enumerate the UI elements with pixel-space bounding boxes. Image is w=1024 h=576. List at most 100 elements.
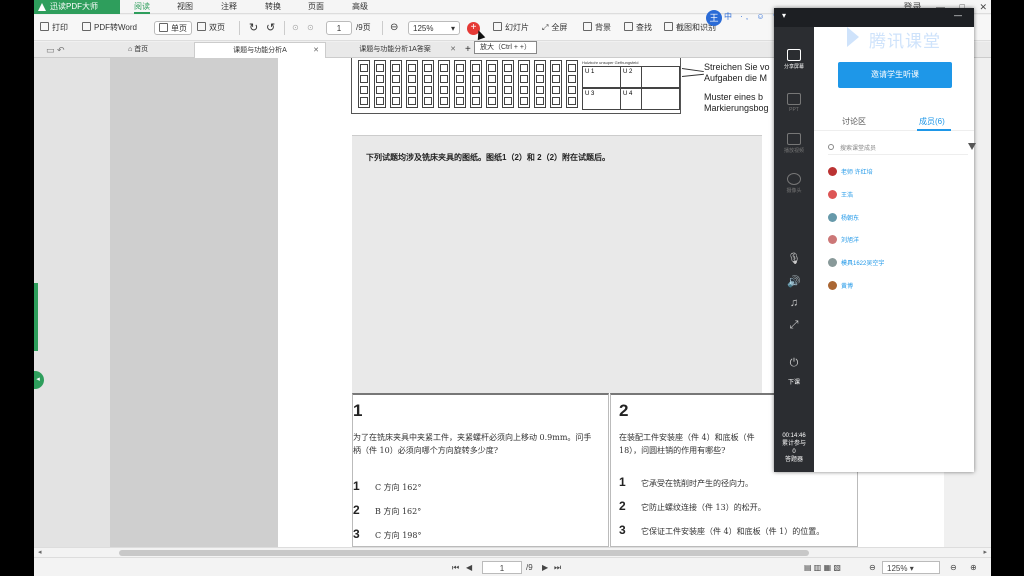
music-icon[interactable]: ♫ xyxy=(774,297,814,309)
status-page-total: /9 xyxy=(526,563,533,572)
menu-advanced[interactable]: 高级 xyxy=(352,0,368,14)
end-class-button[interactable]: 下课 xyxy=(774,377,814,386)
option-text: 它保证工件安装座（件 4）和底板（件 1）的位置。 xyxy=(641,527,825,536)
filter-icon[interactable] xyxy=(968,143,976,150)
menu-read[interactable]: 阅读 xyxy=(134,0,150,14)
single-page-button[interactable]: 单页 xyxy=(154,21,192,35)
tab-document-answers[interactable]: 课题与功能分析1A答案 ✕ xyxy=(328,42,462,58)
answer-checkbox xyxy=(392,97,400,105)
speaker-icon[interactable]: 🔊 xyxy=(774,275,814,288)
answer-checkbox xyxy=(392,75,400,83)
answer-checkbox xyxy=(472,64,480,72)
status-zoom-select[interactable]: 125% ▾ xyxy=(882,561,940,574)
tab-document-active[interactable]: 课题与功能分析A ✕ xyxy=(194,42,326,58)
member-search-input[interactable]: 搜索课堂成员 xyxy=(828,141,976,155)
member-item[interactable]: 王浩 xyxy=(828,190,853,202)
member-name: 杨朝东 xyxy=(841,216,860,222)
view-mode-icons[interactable]: ▤ ▥ ▦ ▧ xyxy=(804,561,841,574)
double-page-button[interactable]: 双页 xyxy=(197,21,225,35)
tab-members[interactable]: 成员(6) xyxy=(919,116,945,127)
sidebar-handle[interactable] xyxy=(34,283,38,351)
zoom-out-icon[interactable]: ⊖ xyxy=(390,21,398,35)
tab-nav-icons[interactable]: ▭ ↶ ↷ xyxy=(38,42,66,71)
answer-checkbox xyxy=(440,75,448,83)
answer-grid-column xyxy=(406,60,418,108)
play-video-button[interactable]: 播放视频 xyxy=(774,133,814,154)
prev-page-icon[interactable]: ◀ xyxy=(466,561,472,574)
zoom-select[interactable]: 125% ▾ xyxy=(408,21,460,35)
tab-discussion[interactable]: 讨论区 xyxy=(842,116,866,127)
share-screen-button[interactable]: 分享屏幕 xyxy=(774,49,814,70)
menu-page[interactable]: 页面 xyxy=(308,0,324,14)
member-item[interactable]: 刘旭洋 xyxy=(828,235,859,247)
first-page-icon[interactable]: ⏮ xyxy=(452,561,459,574)
scroll-right-icon[interactable]: ▸ xyxy=(983,548,987,556)
menu-convert[interactable]: 转换 xyxy=(265,0,281,14)
status-page-input[interactable]: 1 xyxy=(482,561,522,574)
scrollbar-thumb[interactable] xyxy=(119,550,809,556)
last-page-icon[interactable]: ⏭ xyxy=(554,561,561,574)
print-button[interactable]: 打印 xyxy=(40,21,68,35)
prev-page-icon[interactable]: ⊙ xyxy=(292,21,299,35)
question-number: 1 xyxy=(353,401,363,420)
expand-icon[interactable]: ⤢ xyxy=(774,319,814,332)
answer-checkbox xyxy=(440,86,448,94)
next-page-icon[interactable]: ▶ xyxy=(542,561,548,574)
answer-grid-column xyxy=(438,60,450,108)
find-button[interactable]: 查找 xyxy=(624,21,652,35)
close-button[interactable]: ✕ xyxy=(979,2,987,12)
end-class-icon[interactable]: ⏻ xyxy=(774,357,814,370)
fullscreen-button[interactable]: ⤢ 全屏 xyxy=(542,21,567,35)
answer-grid-column xyxy=(374,60,386,108)
instruction-text-german: Muster eines b Markierungsbog xyxy=(704,92,769,113)
tab-home-label: 首页 xyxy=(134,46,149,53)
side-label: 分享屏幕 xyxy=(783,64,804,70)
menu-view[interactable]: 视图 xyxy=(177,0,193,14)
microphone-icon[interactable]: 🎙 xyxy=(774,252,814,265)
tab-label: 课题与功能分析A xyxy=(233,47,287,54)
answer-checkbox xyxy=(568,97,576,105)
word-icon xyxy=(82,22,91,31)
answer-grid-column xyxy=(454,60,466,108)
status-zoom-in-icon[interactable]: ⊕ xyxy=(970,561,977,574)
page-number-input[interactable]: 1 xyxy=(326,21,352,35)
answer-checkbox xyxy=(424,97,432,105)
answer-checkbox xyxy=(392,86,400,94)
answer-checkbox xyxy=(440,97,448,105)
next-page-icon[interactable]: ⊙ xyxy=(307,21,314,35)
answer-option[interactable]: 1 它承受在铣削时产生的径向力。 xyxy=(619,475,753,489)
slideshow-icon xyxy=(493,22,502,31)
member-item[interactable]: 黄博 xyxy=(828,281,853,293)
camera-button[interactable]: 摄像头 xyxy=(774,173,814,194)
answer-option[interactable]: 2 B 方向 162° xyxy=(353,503,421,517)
answer-option[interactable]: 3 C 方向 198° xyxy=(353,527,421,541)
slideshow-button[interactable]: 幻灯片 xyxy=(493,21,529,35)
menu-annotate[interactable]: 注释 xyxy=(221,0,237,14)
invite-students-button[interactable]: 邀请学生听课 xyxy=(838,62,952,88)
close-tab-icon[interactable]: ✕ xyxy=(313,43,319,59)
answer-checkbox xyxy=(536,75,544,83)
close-tab-icon[interactable]: ✕ xyxy=(450,42,456,58)
ppt-button[interactable]: PPT xyxy=(774,93,814,113)
member-item[interactable]: 杨朝东 xyxy=(828,213,859,225)
side-label: PPT xyxy=(789,107,799,113)
status-zoom-slider-icon[interactable]: ⊖ xyxy=(950,561,957,574)
answer-checkbox xyxy=(552,64,560,72)
member-item[interactable]: 模具1622吴空宇 xyxy=(828,258,884,270)
horizontal-scrollbar[interactable]: ◂ ▸ xyxy=(34,547,991,557)
answer-option[interactable]: 2 它防止螺纹连接（件 13）的松开。 xyxy=(619,499,766,513)
answer-checkbox xyxy=(520,75,528,83)
answer-option[interactable]: 3 它保证工件安装座（件 4）和底板（件 1）的位置。 xyxy=(619,523,855,537)
member-item[interactable]: 老师 许红培 xyxy=(828,167,873,179)
answer-sheet-diagram: Holzbohr unsuper Gefhungsfeld U 1 U 2 U … xyxy=(351,58,681,114)
pdf-to-word-button[interactable]: PDF转Word xyxy=(82,21,137,35)
user-avatar[interactable]: 王 xyxy=(706,10,722,26)
status-zoom-out-icon[interactable]: ⊖ xyxy=(869,561,876,574)
background-button[interactable]: 背景 xyxy=(583,21,611,35)
rotate-ccw-icon[interactable]: ↺ xyxy=(266,21,275,35)
answer-option[interactable]: 1 C 方向 162° xyxy=(353,479,421,493)
rotate-cw-icon[interactable]: ↻ xyxy=(249,21,258,35)
background-icon xyxy=(583,22,592,31)
minimize-icon[interactable]: — xyxy=(954,11,962,20)
scroll-left-icon[interactable]: ◂ xyxy=(38,548,42,556)
